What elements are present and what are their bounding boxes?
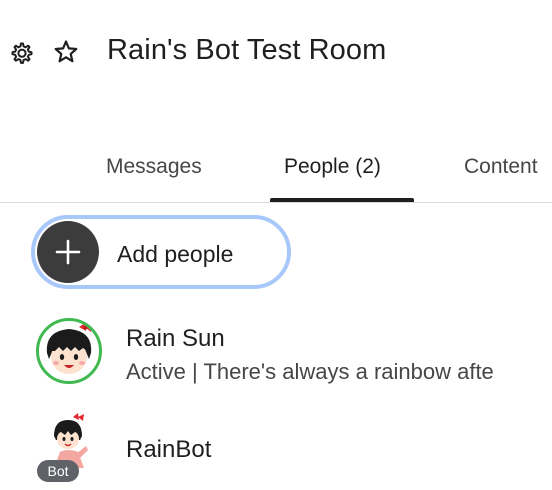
cartoon-girl-avatar-icon (46, 323, 92, 374)
room-page: Rain's Bot Test Room Messages People (2)… (0, 0, 552, 490)
member-name: Rain Sun (126, 325, 225, 352)
member-row[interactable]: Rain Sun Active | There's always a rainb… (0, 310, 552, 390)
bot-badge: Bot (37, 460, 79, 482)
room-title: Rain's Bot Test Room (107, 34, 387, 66)
tab-bar: Messages People (2) Content (0, 150, 552, 202)
tab-people[interactable]: People (2) (284, 155, 381, 179)
avatar (36, 318, 102, 384)
member-name: RainBot (126, 436, 212, 463)
tab-content[interactable]: Content (464, 155, 538, 179)
star-icon[interactable] (53, 39, 79, 65)
add-circle (37, 221, 99, 283)
add-people-button[interactable]: Add people (31, 215, 291, 289)
tab-messages[interactable]: Messages (106, 155, 202, 179)
gear-icon[interactable] (10, 41, 34, 65)
add-people-label: Add people (117, 241, 234, 267)
member-row[interactable]: Bot RainBot (0, 412, 552, 490)
plus-icon (55, 239, 81, 265)
member-status: Active | There's always a rainbow afte (126, 359, 494, 384)
tab-divider (0, 202, 552, 203)
